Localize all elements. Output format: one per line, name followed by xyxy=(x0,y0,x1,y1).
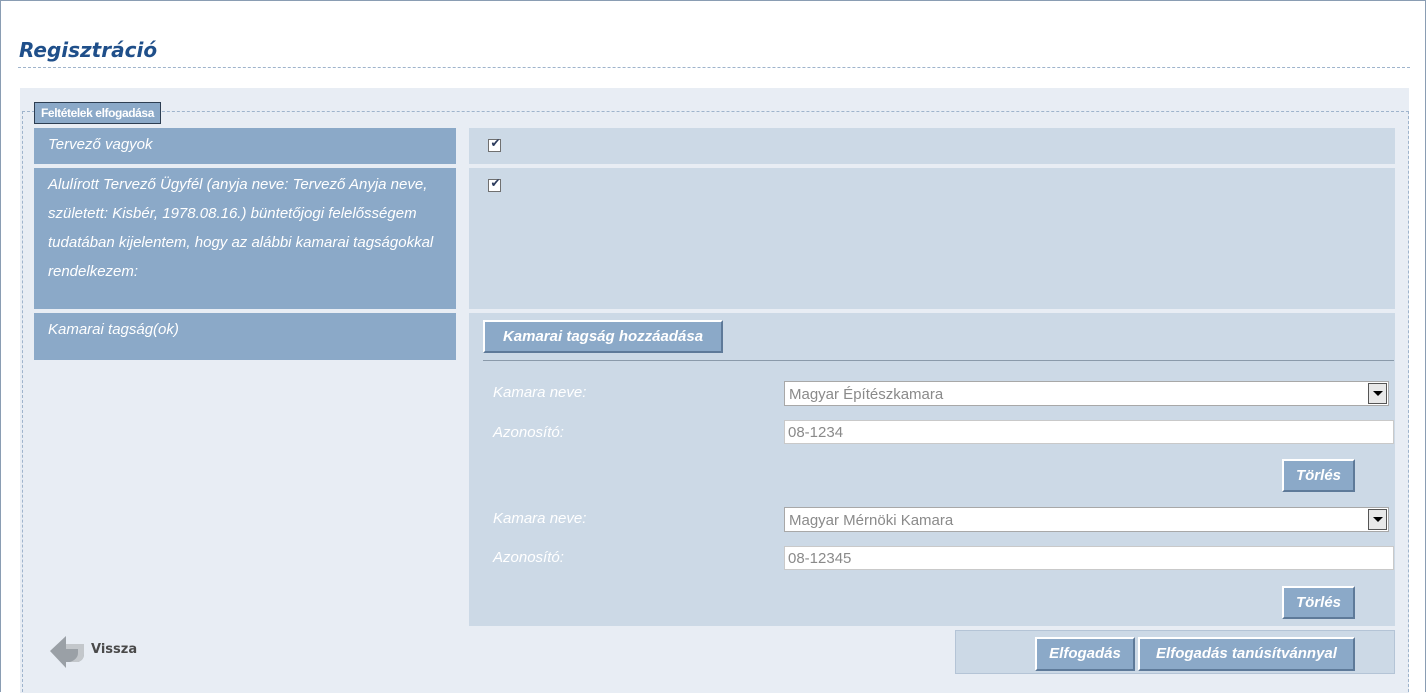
memberships-label-text: Kamarai tagság(ok) xyxy=(48,321,179,338)
id-input-1[interactable] xyxy=(784,420,1394,444)
chamber-select-1[interactable]: Magyar Építészkamara xyxy=(784,381,1389,406)
accept-button[interactable]: Elfogadás xyxy=(1035,637,1135,671)
back-label: Vissza xyxy=(91,642,138,657)
fieldset-legend: Feltételek elfogadása xyxy=(34,102,161,124)
chamber-select-1-value: Magyar Építészkamara xyxy=(789,386,944,403)
chevron-down-icon[interactable] xyxy=(1368,509,1387,530)
chevron-down-icon[interactable] xyxy=(1368,383,1387,404)
delete-button-1[interactable]: Törlés xyxy=(1282,459,1355,492)
back-arrow-icon xyxy=(50,636,84,668)
page-title: Regisztráció xyxy=(19,38,158,62)
checkmark-icon: ✔ xyxy=(490,176,501,190)
declaration-value-cell: ✔ xyxy=(469,168,1395,309)
title-divider xyxy=(18,67,1410,68)
checkmark-icon: ✔ xyxy=(490,136,501,150)
accept-with-certificate-button[interactable]: Elfogadás tanúsítvánnyal xyxy=(1138,637,1355,671)
add-membership-button[interactable]: Kamarai tagság hozzáadása xyxy=(483,320,723,353)
chamber-label-2: Kamara neve: xyxy=(493,510,587,527)
delete-button-2[interactable]: Törlés xyxy=(1282,586,1355,619)
designer-label-text: Tervező vagyok xyxy=(48,136,153,153)
chamber-label-1: Kamara neve: xyxy=(493,384,587,401)
memberships-label: Kamarai tagság(ok) xyxy=(34,313,456,360)
back-link[interactable]: Vissza xyxy=(48,632,148,672)
declaration-checkbox[interactable]: ✔ xyxy=(488,176,501,192)
declaration-label-text: Alulírott Tervező Ügyfél (anyja neve: Te… xyxy=(48,176,434,280)
add-divider xyxy=(483,360,1394,361)
chamber-select-2[interactable]: Magyar Mérnöki Kamara xyxy=(784,507,1389,532)
designer-checkbox[interactable]: ✔ xyxy=(488,136,501,152)
designer-value-cell: ✔ xyxy=(469,128,1395,164)
designer-label: Tervező vagyok xyxy=(34,128,456,164)
id-label-2: Azonosító: xyxy=(493,549,564,566)
id-label-1: Azonosító: xyxy=(493,424,564,441)
id-input-2[interactable] xyxy=(784,546,1394,570)
declaration-label: Alulírott Tervező Ügyfél (anyja neve: Te… xyxy=(34,168,456,309)
chamber-select-2-value: Magyar Mérnöki Kamara xyxy=(789,512,954,529)
